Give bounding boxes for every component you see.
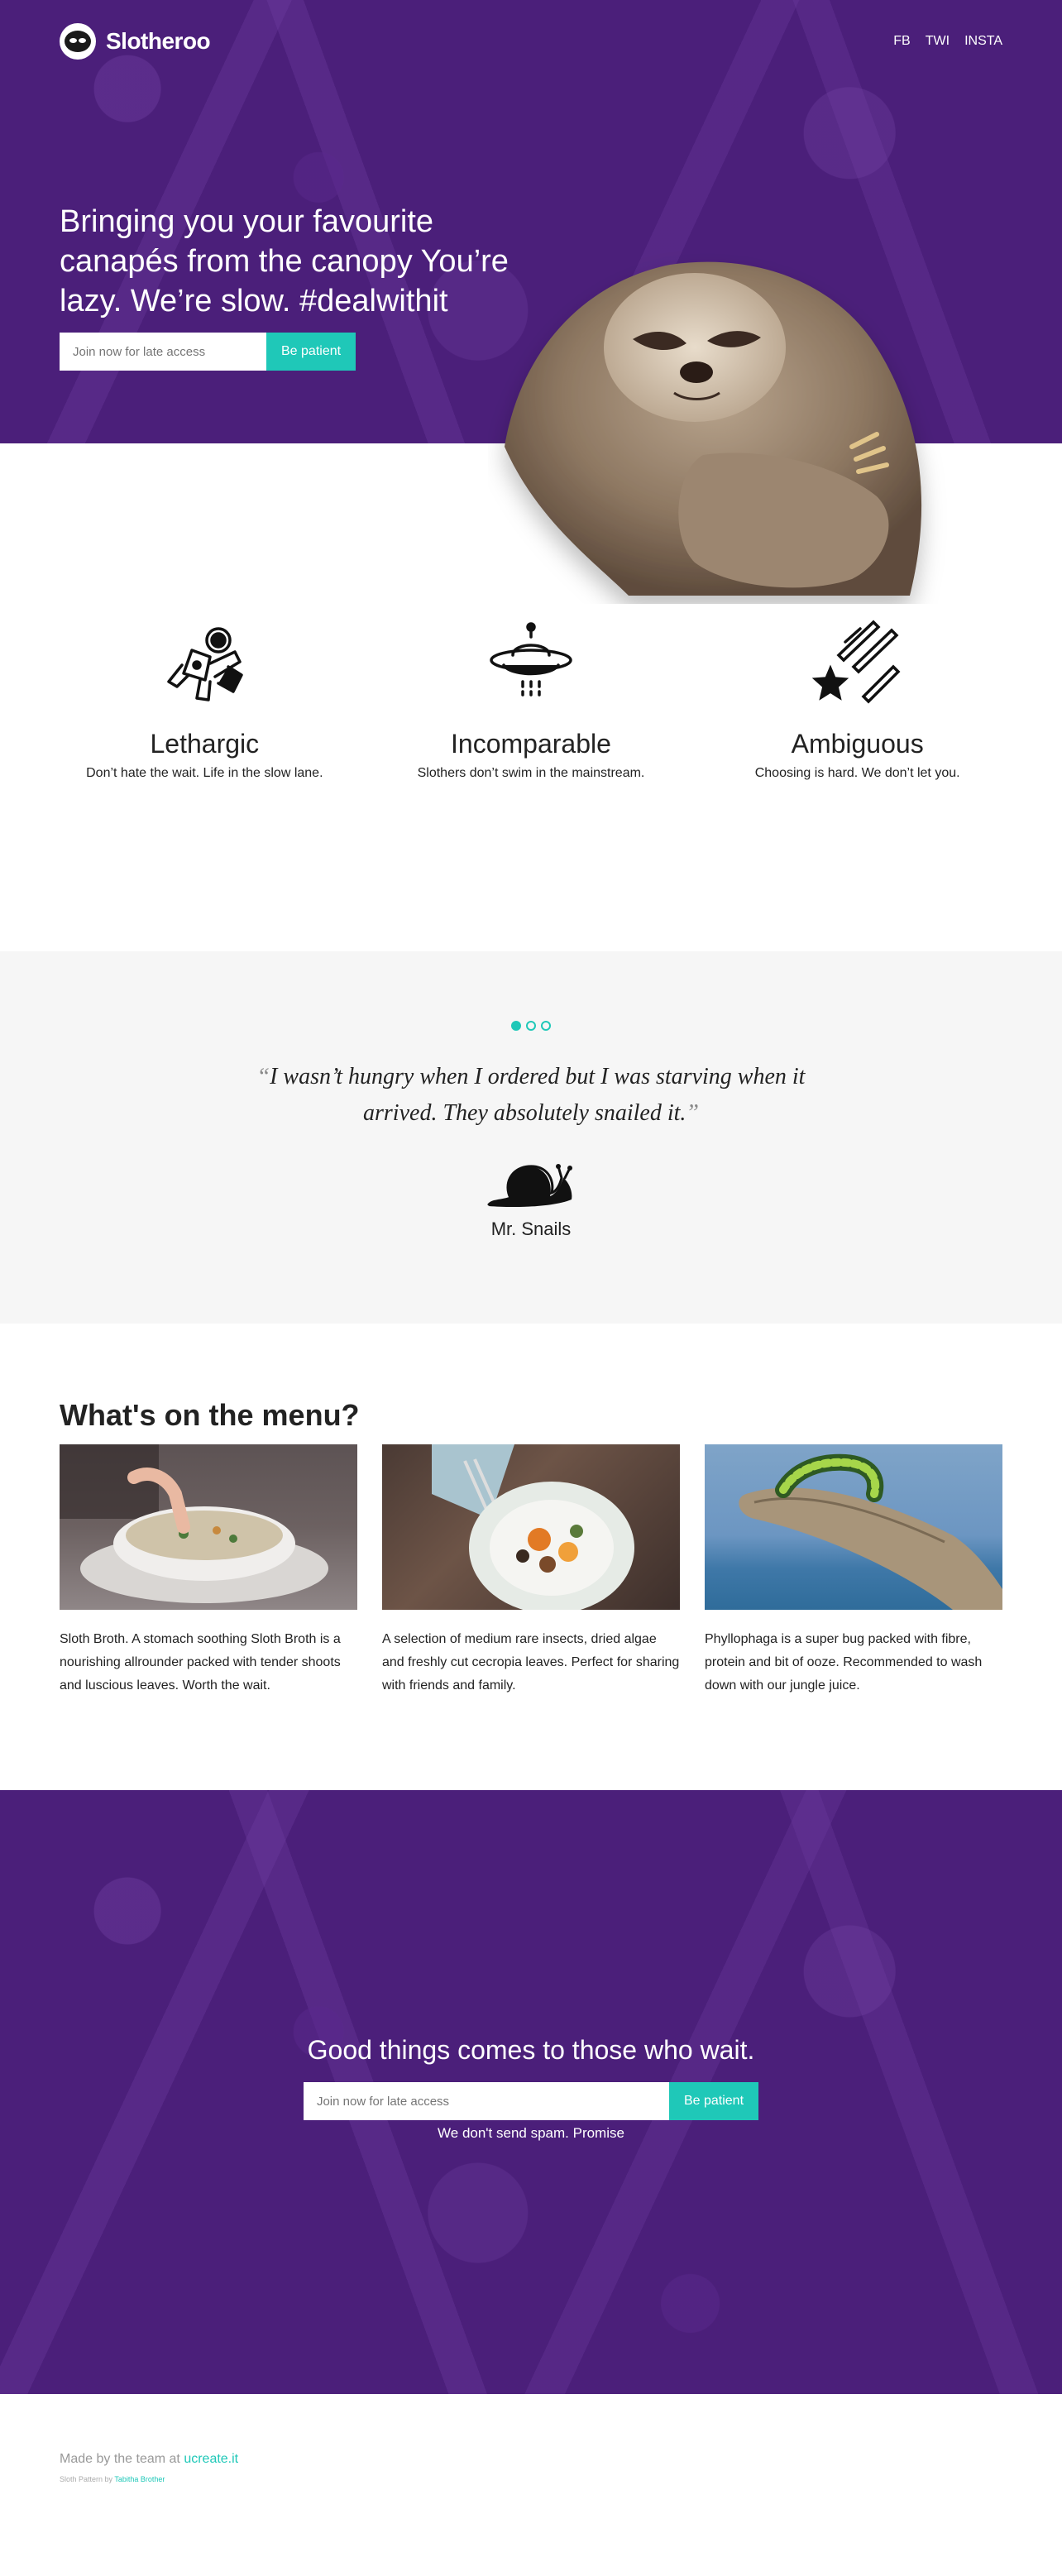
menu-item-description: Phyllophaga is a super bug packed with f…	[705, 1632, 983, 1693]
feature-lethargic: Lethargic Don’t hate the wait. Life in t…	[68, 617, 341, 781]
brand[interactable]: Slotheroo	[60, 23, 211, 60]
carousel-dots	[0, 1021, 1062, 1031]
feature-ambiguous: Ambiguous Choosing is hard. We don’t let…	[721, 617, 994, 781]
feature-text: Choosing is hard. We don’t let you.	[754, 766, 960, 780]
feature-title: Incomparable	[451, 729, 611, 759]
hero-content: Bringing you your favourite canapés from…	[60, 202, 523, 371]
cta-signup-form: Be patient	[0, 2082, 1062, 2120]
hero-be-patient-button[interactable]: Be patient	[266, 333, 356, 371]
pattern-credit: Sloth Pattern by Tabitha Brother	[60, 2475, 1002, 2483]
cta-section: Good things comes to those who wait. Be …	[0, 1790, 1062, 2394]
carousel-dot-3[interactable]	[541, 1021, 551, 1031]
testimonial-section: “I wasn’t hungry when I ordered but I wa…	[0, 951, 1062, 1324]
footer: Made by the team at ucreate.it Sloth Pat…	[0, 2394, 1062, 2576]
credit-prefix: Sloth Pattern by	[60, 2475, 113, 2483]
social-link-twi[interactable]: TWI	[926, 34, 950, 49]
testimonial-quote: “I wasn’t hungry when I ordered but I wa…	[233, 1059, 829, 1132]
social-nav: FB TWI INSTA	[893, 34, 1002, 49]
cta-email-input[interactable]	[303, 2082, 669, 2120]
carousel-dot-2[interactable]	[526, 1021, 536, 1031]
feature-row: Lethargic Don’t hate the wait. Life in t…	[0, 617, 1062, 781]
shooting-stars-icon	[811, 620, 901, 704]
cta-be-patient-button[interactable]: Be patient	[668, 2082, 759, 2120]
sloth-logo-icon	[60, 23, 96, 60]
hero-headline: Bringing you your favourite canapés from…	[60, 204, 509, 318]
made-by-prefix: Made by the team at	[60, 2452, 180, 2466]
pattern-author-link[interactable]: Tabitha Brother	[114, 2475, 165, 2483]
hero-section: Slotheroo FB TWI INSTA Bringing you your…	[0, 0, 1062, 596]
menu-section: What's on the menu? Sloth Broth. A stoma…	[0, 1324, 1062, 1790]
menu-title: What's on the menu?	[60, 1398, 360, 1432]
hero-signup-form: Be patient	[60, 333, 523, 371]
sloth-image	[505, 261, 922, 596]
quote-open-mark: “	[256, 1064, 270, 1089]
menu-card-broth: Sloth Broth. A stomach soothing Sloth Br…	[60, 1444, 357, 1697]
feature-text: Don’t hate the wait. Life in the slow la…	[86, 766, 323, 780]
carousel-dot-1[interactable]	[511, 1021, 521, 1031]
brand-name: Slotheroo	[106, 28, 211, 54]
quote-text: I wasn’t hungry when I ordered but I was…	[270, 1064, 806, 1126]
ucreate-link[interactable]: ucreate.it	[184, 2452, 238, 2466]
caterpillar-image	[705, 1444, 1002, 1610]
testimonial-author: Mr. Snails	[490, 1219, 572, 1239]
social-link-insta[interactable]: INSTA	[964, 34, 1002, 49]
astronaut-icon	[167, 627, 244, 701]
social-link-fb[interactable]: FB	[893, 34, 910, 49]
made-by-text: Made by the team at ucreate.it	[60, 2452, 1002, 2467]
cta-title: Good things comes to those who wait.	[307, 2035, 755, 2065]
menu-item-description: A selection of medium rare insects, drie…	[382, 1632, 680, 1693]
snail-icon	[487, 1164, 572, 1208]
menu-card-insects: A selection of medium rare insects, drie…	[382, 1444, 680, 1697]
top-bar: Slotheroo FB TWI INSTA	[60, 23, 1002, 60]
feature-text: Slothers don’t swim in the mainstream.	[417, 766, 645, 780]
insect-platter-image	[382, 1444, 680, 1610]
feature-incomparable: Incomparable Slothers don’t swim in the …	[395, 617, 667, 781]
menu-grid: Sloth Broth. A stomach soothing Sloth Br…	[60, 1444, 1002, 1697]
menu-card-phyllophaga: Phyllophaga is a super bug packed with f…	[705, 1444, 1002, 1697]
menu-item-description: Sloth Broth. A stomach soothing Sloth Br…	[60, 1632, 341, 1693]
no-spam-note: We don't send spam. Promise	[438, 2125, 624, 2141]
sloth-broth-image	[60, 1444, 357, 1610]
hero-email-input[interactable]	[60, 333, 266, 371]
feature-title: Ambiguous	[791, 729, 924, 759]
ufo-icon	[490, 622, 572, 697]
feature-title: Lethargic	[150, 729, 260, 759]
quote-close-mark: ”	[686, 1100, 699, 1126]
